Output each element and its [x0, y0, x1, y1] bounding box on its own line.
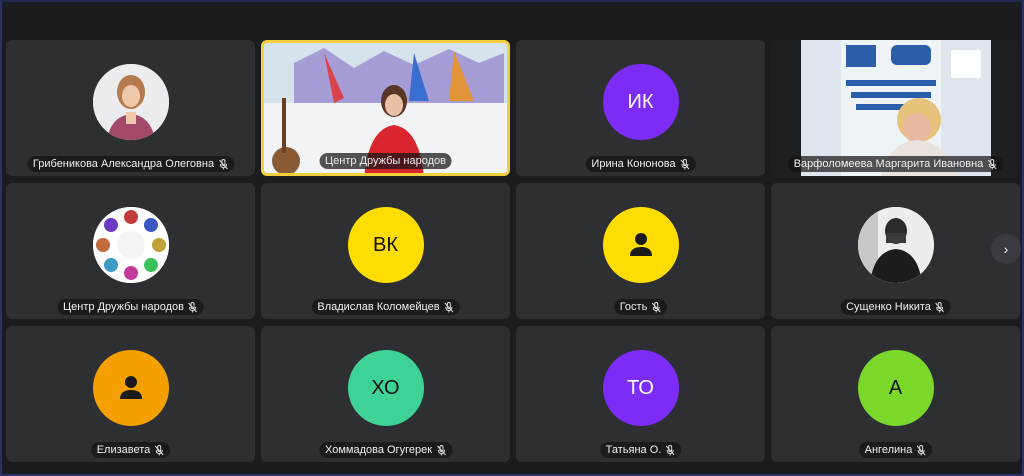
participant-tile[interactable]: Варфоломеева Маргарита Ивановна	[771, 40, 1020, 176]
participant-tile[interactable]: ТО Татьяна О.	[516, 326, 765, 462]
participant-name: Центр Дружбы народов	[319, 153, 452, 169]
woman-portrait-icon	[92, 64, 169, 140]
participant-tile[interactable]: ХО Хоммадова Огугерек	[261, 326, 510, 462]
participant-tile[interactable]: Грибеникова Александра Олеговна	[6, 40, 255, 176]
participant-tile[interactable]: Центр Дружбы народов	[6, 183, 255, 319]
participant-name: Хоммадова Огугерек	[318, 442, 453, 458]
participant-tile[interactable]: Елизавета	[6, 326, 255, 462]
man-portrait-icon	[857, 207, 934, 283]
initials-avatar: А	[857, 350, 934, 426]
participant-name: Центр Дружбы народов	[57, 299, 204, 315]
mic-off-icon	[680, 158, 689, 169]
participant-name: Варфоломеева Маргарита Ивановна	[787, 156, 1004, 172]
participant-name: Владислав Коломейцев	[311, 299, 460, 315]
mic-off-icon	[436, 444, 446, 455]
mic-off-icon	[444, 301, 454, 312]
participant-name: Сущенко Никита	[840, 299, 951, 315]
mic-off-icon	[154, 444, 164, 455]
person-icon	[629, 233, 652, 256]
guest-avatar	[92, 350, 169, 426]
next-page-button[interactable]: ›	[991, 234, 1021, 264]
participant-name: Ангелина	[858, 442, 933, 458]
participant-name: Ирина Кононова	[585, 156, 696, 172]
mic-off-icon	[651, 301, 661, 312]
participant-name: Елизавета	[90, 442, 171, 458]
participant-photo-avatar	[92, 207, 169, 283]
initials-avatar: ТО	[602, 350, 679, 426]
initials-avatar: ХО	[347, 350, 424, 426]
group-photo-icon	[92, 207, 169, 283]
participant-photo-avatar	[92, 64, 169, 140]
participant-name: Гость	[613, 299, 668, 315]
participant-tile[interactable]: ВК Владислав Коломейцев	[261, 183, 510, 319]
mic-off-icon	[916, 444, 926, 455]
participant-tile[interactable]: Гость	[516, 183, 765, 319]
guest-avatar	[602, 207, 679, 283]
participant-name: Грибеникова Александра Олеговна	[26, 156, 235, 172]
participant-tile[interactable]: ИК Ирина Кононова	[516, 40, 765, 176]
mic-off-icon	[218, 158, 228, 169]
participant-name: Татьяна О.	[599, 442, 682, 458]
participant-tile[interactable]: Сущенко Никита	[771, 183, 1020, 319]
mic-off-icon	[188, 301, 198, 312]
participant-photo-avatar	[857, 207, 934, 283]
mic-off-icon	[935, 301, 945, 312]
person-icon	[119, 376, 142, 399]
meeting-window: Грибеникова Александра Олеговна Центр Др…	[0, 0, 1024, 476]
participant-tile-speaking[interactable]: Центр Дружбы народов	[261, 40, 510, 176]
chevron-right-icon: ›	[1003, 241, 1009, 257]
mic-off-icon	[665, 444, 675, 455]
initials-avatar: ИК	[602, 64, 679, 140]
participant-tile[interactable]: А Ангелина	[771, 326, 1020, 462]
mic-off-icon	[987, 158, 997, 169]
initials-avatar: ВК	[347, 207, 424, 283]
